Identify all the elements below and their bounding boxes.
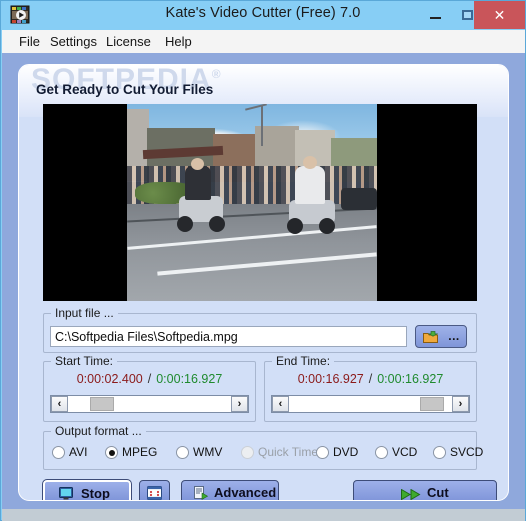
video-preview[interactable] xyxy=(43,104,477,301)
menu-item-license[interactable]: License xyxy=(102,33,155,51)
scene-rider xyxy=(295,166,325,204)
browse-button[interactable]: ... xyxy=(415,325,467,348)
advanced-button[interactable]: Advanced xyxy=(181,480,279,500)
page-title: Get Ready to Cut Your Files xyxy=(36,82,214,97)
advanced-button-label: Advanced xyxy=(214,485,277,500)
end-scroll-right-button[interactable]: › xyxy=(452,396,469,412)
end-time-thumb[interactable] xyxy=(420,397,444,411)
start-time-group: Start Time: 0:00:02.400 / 0:00:16.927 ‹ › xyxy=(43,354,256,422)
end-time-separator: / xyxy=(368,372,373,386)
end-time-readout: 0:00:16.927 / 0:00:16.927 xyxy=(265,372,476,386)
advanced-settings-icon xyxy=(194,486,209,500)
start-scroll-left-button[interactable]: ‹ xyxy=(51,396,68,412)
start-time-total: 0:00:16.927 xyxy=(156,372,223,386)
output-format-group: Output format ... AVI MPEG WMV Quick Tim… xyxy=(43,424,483,470)
snapshot-button[interactable] xyxy=(139,480,170,500)
start-time-label: Start Time: xyxy=(51,354,118,368)
input-file-group: Input file ... ... xyxy=(43,306,477,353)
menu-item-file[interactable]: File xyxy=(15,33,44,51)
radio-icon xyxy=(52,446,65,459)
radio-label: WMV xyxy=(193,445,223,459)
main-panel: SOFTPEDIA® Get Ready to Cut Your Files I… xyxy=(18,64,509,501)
radio-label: SVCD xyxy=(450,445,484,459)
radio-label: VCD xyxy=(392,445,418,459)
stop-button-label: Stop xyxy=(81,486,110,501)
end-time-scrollbar[interactable]: ‹ › xyxy=(271,395,470,413)
monitor-stop-icon xyxy=(59,487,73,500)
cut-button[interactable]: Cut xyxy=(353,480,497,500)
end-time-total: 0:00:16.927 xyxy=(377,372,444,386)
radio-label: Quick Time xyxy=(258,445,319,459)
output-format-label: Output format ... xyxy=(51,424,146,438)
scene-wheel xyxy=(287,218,303,234)
scene-rider-head xyxy=(303,156,317,169)
radio-icon xyxy=(375,446,388,459)
start-time-readout: 0:00:02.400 / 0:00:16.927 xyxy=(44,372,255,386)
minimize-icon xyxy=(430,17,441,19)
window-body: SOFTPEDIA® Get Ready to Cut Your Files I… xyxy=(2,53,525,521)
start-time-thumb[interactable] xyxy=(90,397,114,411)
radio-label: DVD xyxy=(333,445,359,459)
fast-forward-icon xyxy=(401,488,421,500)
radio-icon xyxy=(316,446,329,459)
scene-wheel xyxy=(319,218,335,234)
scene-rider-head xyxy=(191,158,204,170)
status-strip xyxy=(2,509,525,521)
radio-icon-selected xyxy=(105,446,118,459)
scene-lamppost xyxy=(261,106,263,146)
close-button[interactable]: ✕ xyxy=(474,1,525,29)
end-scroll-left-button[interactable]: ‹ xyxy=(272,396,289,412)
film-frame-icon xyxy=(147,486,162,500)
radio-icon xyxy=(176,446,189,459)
start-scroll-right-button[interactable]: › xyxy=(231,396,248,412)
close-icon: ✕ xyxy=(493,7,506,23)
stop-button[interactable]: Stop xyxy=(42,479,132,501)
folder-open-icon xyxy=(423,331,439,343)
end-time-label: End Time: xyxy=(272,354,335,368)
video-frame xyxy=(127,104,377,301)
start-time-separator: / xyxy=(147,372,152,386)
start-time-scrollbar[interactable]: ‹ › xyxy=(50,395,249,413)
start-time-current: 0:00:02.400 xyxy=(76,372,143,386)
menu-bar: File Settings License Help xyxy=(2,30,525,54)
scene-car xyxy=(341,188,377,210)
radio-label: AVI xyxy=(69,445,88,459)
scene-rider xyxy=(185,166,211,200)
radio-icon xyxy=(433,446,446,459)
radio-label: MPEG xyxy=(122,445,158,459)
cut-button-label: Cut xyxy=(427,485,449,500)
menu-item-help[interactable]: Help xyxy=(161,33,196,51)
radio-icon-disabled xyxy=(241,446,254,459)
minimize-button[interactable] xyxy=(420,1,450,29)
scene-wheel xyxy=(177,216,193,232)
browse-button-label: ... xyxy=(448,329,460,343)
application-window: Kate's Video Cutter (Free) 7.0 ✕ File Se… xyxy=(0,0,526,521)
title-bar: Kate's Video Cutter (Free) 7.0 ✕ xyxy=(1,1,525,30)
scene-wheel xyxy=(209,216,225,232)
maximize-icon xyxy=(462,10,473,20)
end-time-group: End Time: 0:00:16.927 / 0:00:16.927 ‹ › xyxy=(264,354,477,422)
end-time-current: 0:00:16.927 xyxy=(297,372,364,386)
menu-item-settings[interactable]: Settings xyxy=(46,33,101,51)
input-file-label: Input file ... xyxy=(51,306,118,320)
input-file-field[interactable] xyxy=(50,326,407,347)
